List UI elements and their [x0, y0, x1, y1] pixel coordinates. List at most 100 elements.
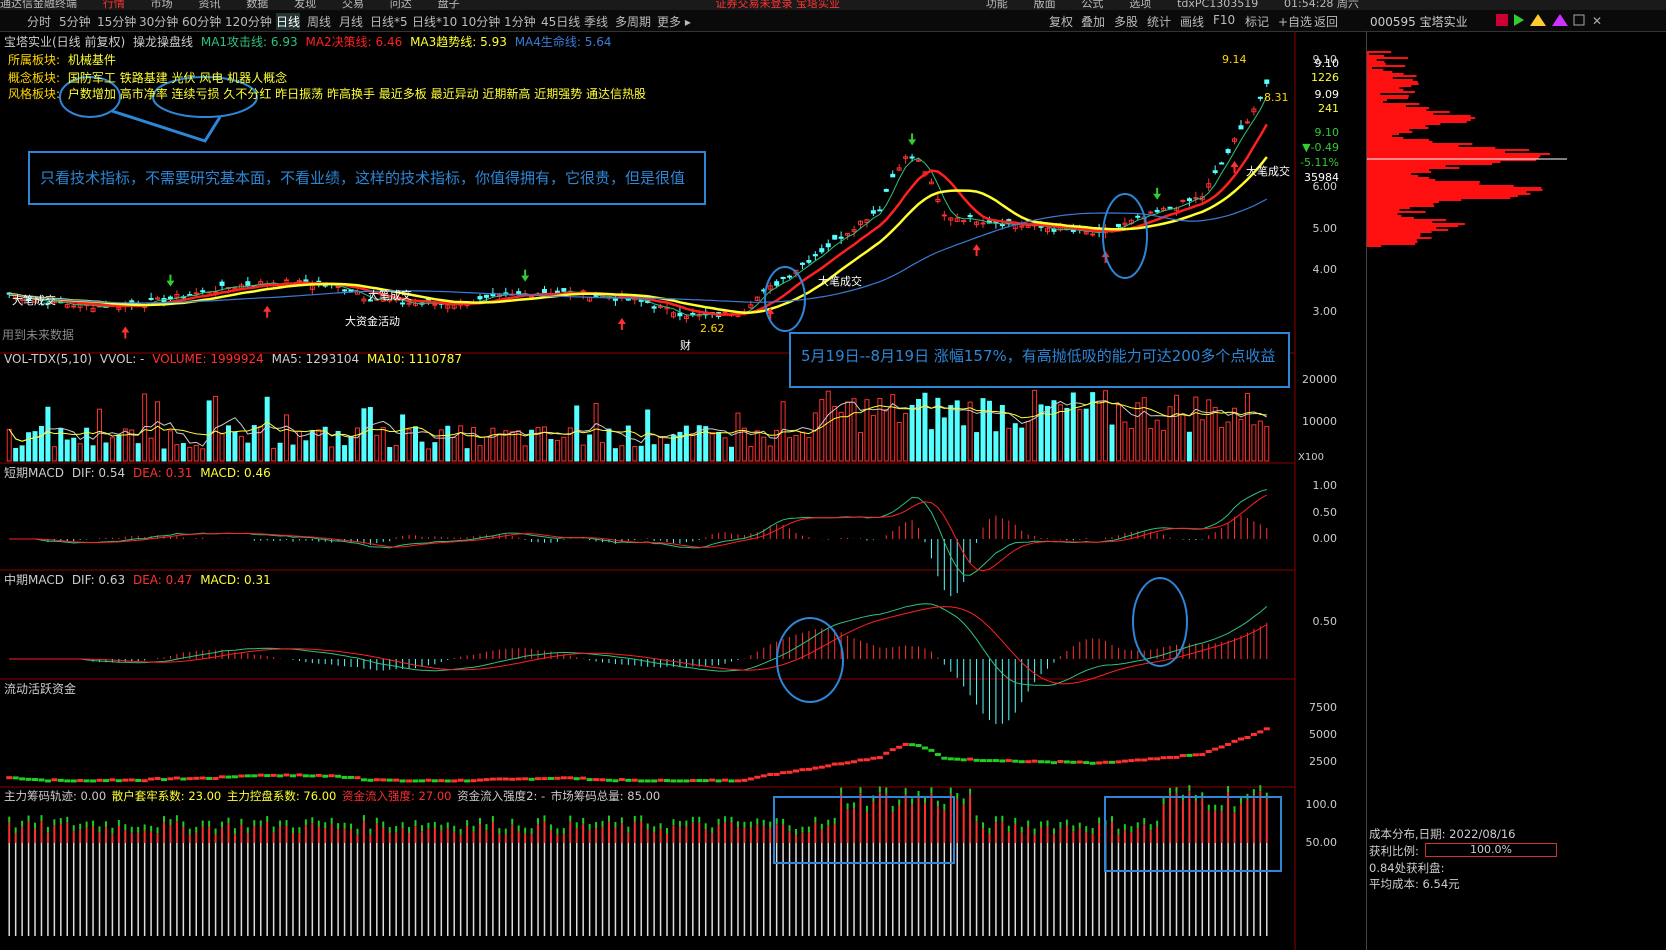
volume-bar	[896, 422, 902, 462]
volume-bar	[348, 435, 354, 462]
menu-data[interactable]: 数据	[246, 0, 268, 10]
cost-bar	[1367, 147, 1496, 149]
window-icon[interactable]	[1573, 14, 1585, 26]
period-30min[interactable]: 30分钟	[139, 13, 178, 30]
period-season[interactable]: 季线	[584, 13, 608, 30]
menu-trade[interactable]: 交易	[342, 0, 364, 10]
toolbar-multi-stock[interactable]: 多股	[1114, 13, 1138, 30]
volume-bar	[206, 400, 212, 462]
vol-name[interactable]: VOL-TDX(5,10)	[4, 352, 92, 366]
volume-bar	[161, 448, 167, 462]
menu-login-status[interactable]: 证券交易未登录 宝塔实业	[715, 0, 840, 10]
period-daily[interactable]: 日线	[276, 13, 301, 30]
style-value[interactable]: 户数增加 高市净率 连续亏损 久不分红 昨日振荡 昨高换手 最近多板 最近异动 …	[68, 87, 646, 101]
period-60min[interactable]: 60分钟	[182, 13, 221, 30]
volume-bar	[838, 411, 844, 462]
period-fenshi[interactable]: 分时	[27, 13, 51, 30]
period-10min[interactable]: 10分钟	[461, 13, 500, 30]
price-tick: 4.00	[1313, 263, 1338, 276]
toolbar-fuquan[interactable]: 复权	[1049, 13, 1073, 30]
flow-mark	[851, 760, 858, 764]
menu-news[interactable]: 资讯	[198, 0, 220, 10]
volume-bar	[413, 426, 419, 462]
flow-mark	[605, 778, 612, 782]
macd1-name[interactable]: 短期MACD	[4, 466, 64, 480]
menu-formula[interactable]: 公式	[1081, 0, 1103, 10]
period-daily-5[interactable]: 日线*5	[370, 13, 408, 30]
cost-bar	[1367, 75, 1417, 77]
volume-bar	[251, 425, 257, 462]
flow-name[interactable]: 流动活跃资金	[4, 682, 76, 696]
volume-bar	[909, 404, 915, 462]
close-icon[interactable]: ✕	[1592, 14, 1602, 28]
flow-mark	[315, 773, 322, 777]
flow-mark	[541, 777, 548, 781]
menu-function[interactable]: 功能	[986, 0, 1008, 10]
sell-arrow-icon	[908, 133, 917, 146]
volume-bar	[425, 448, 431, 462]
toolbar-f10[interactable]: F10	[1213, 13, 1235, 27]
avg-cost: 平均成本: 6.54元	[1369, 877, 1460, 891]
menu-options[interactable]: 选项	[1129, 0, 1151, 10]
period-120min[interactable]: 120分钟	[225, 13, 272, 30]
candle-body	[1135, 215, 1141, 218]
volume-bar	[574, 405, 580, 462]
volume-bar	[722, 437, 728, 462]
cost-bar	[1367, 131, 1413, 133]
sector-value[interactable]: 机械基件	[68, 53, 116, 67]
period-daily-10[interactable]: 日线*10	[412, 13, 457, 30]
main-chart-area[interactable]: 大笔成交大笔成交大笔成交大笔成交大资金活动2.629.148.31财预9.106…	[0, 31, 1366, 950]
toolbar-add-favorite[interactable]: +自选	[1278, 13, 1312, 30]
menu-ask[interactable]: 问达	[390, 0, 412, 10]
play-icon[interactable]	[1514, 14, 1524, 26]
cost-bar	[1367, 121, 1467, 123]
concept-value[interactable]: 国防军工 铁路基建 光伏 风电 机器人概念	[68, 71, 287, 85]
menu-quote[interactable]: 行情	[103, 0, 125, 10]
candle-body	[1154, 209, 1160, 213]
indicator-name[interactable]: 操龙操盘线	[133, 35, 193, 49]
toolbar-overlay[interactable]: 叠加	[1081, 13, 1105, 30]
triangle-icon[interactable]	[1530, 14, 1546, 26]
menu-pan[interactable]: 盘子	[438, 0, 460, 10]
volume-bar	[612, 448, 618, 462]
toolbar-draw[interactable]: 画线	[1180, 13, 1204, 30]
volume-bar	[812, 412, 818, 462]
price-tick: 5.00	[1313, 222, 1338, 235]
period-45day[interactable]: 45日线	[541, 13, 580, 30]
chart-icon[interactable]	[1496, 14, 1508, 26]
toolbar-back[interactable]: 返回	[1314, 13, 1338, 30]
cost-bar	[1367, 91, 1415, 93]
menu-discover[interactable]: 发现	[294, 0, 316, 10]
flow-mark	[244, 774, 251, 778]
style-label: 风格板块:	[8, 87, 61, 101]
chip-total: 市场筹码总量: 85.00	[550, 789, 661, 803]
period-monthly[interactable]: 月线	[339, 13, 363, 30]
flow-mark	[102, 779, 109, 783]
candle-body	[554, 290, 560, 294]
period-weekly[interactable]: 周线	[307, 13, 331, 30]
cost-bar	[1367, 169, 1430, 171]
period-more[interactable]: 更多 ▸	[657, 13, 691, 30]
flow-mark	[915, 744, 922, 748]
period-15min[interactable]: 15分钟	[97, 13, 136, 30]
toolbar-stats[interactable]: 统计	[1147, 13, 1171, 30]
period-1min[interactable]: 1分钟	[504, 13, 536, 30]
up-icon[interactable]	[1552, 14, 1568, 26]
cost-bar	[1367, 229, 1449, 231]
stock-code-name: 000595 宝塔实业	[1370, 15, 1468, 29]
period-5min[interactable]: 5分钟	[59, 13, 91, 30]
candle-body	[148, 297, 154, 300]
cost-bar	[1367, 125, 1426, 127]
flow-mark	[161, 778, 167, 782]
period-multi[interactable]: 多周期	[615, 13, 651, 30]
toolbar-mark[interactable]: 标记	[1245, 13, 1269, 30]
menu-layout[interactable]: 版面	[1034, 0, 1056, 10]
volume-bar	[690, 433, 696, 462]
flow-mark	[380, 778, 387, 782]
flow-mark	[122, 778, 129, 782]
cost-bar	[1367, 207, 1411, 209]
price-box-value: 9.09	[1315, 88, 1340, 101]
menu-market[interactable]: 市场	[151, 0, 173, 10]
macd2-name[interactable]: 中期MACD	[4, 573, 64, 587]
chip-name[interactable]: 主力筹码轨迹	[4, 789, 73, 803]
